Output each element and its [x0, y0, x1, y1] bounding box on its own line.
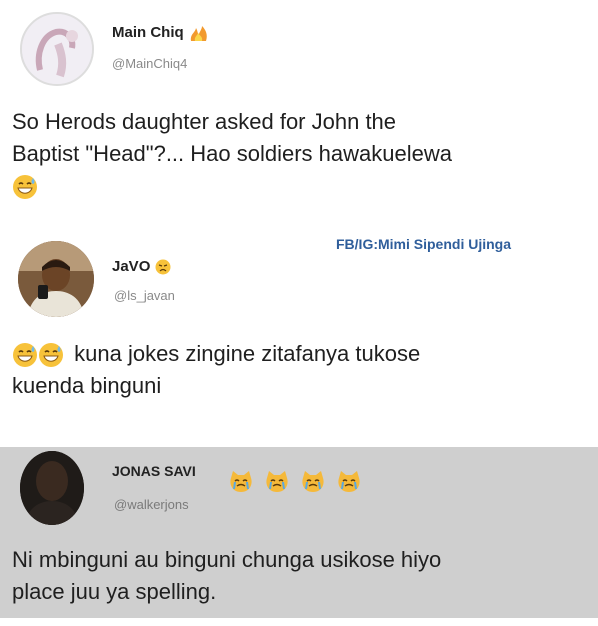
crying-cat-emoji-icon	[338, 471, 360, 492]
screenshot-page: Main Chiq @MainChiq4 So Herods daughter …	[0, 0, 598, 626]
crying-cat-emoji-icon	[302, 471, 324, 492]
crying-cat-emoji-icon	[266, 471, 288, 492]
post3-line1: Ni mbinguni au binguni chunga usikose hi…	[12, 547, 442, 572]
post3-author-name[interactable]: JONAS SAVI	[112, 463, 196, 479]
main-chiq-avatar[interactable]	[20, 12, 94, 86]
post3-handle[interactable]: @walkerjons	[114, 497, 189, 512]
post3-line2: place juu ya spelling.	[12, 579, 217, 604]
disappointed-emoji-icon	[155, 259, 171, 275]
jonas-avatar[interactable]	[20, 451, 84, 525]
bottom-strip	[0, 618, 598, 626]
post3-text: Ni mbinguni au binguni chunga usikose hi…	[12, 544, 592, 608]
sweat-smile-emoji-icon	[39, 343, 63, 368]
post1-emoji-line	[12, 170, 592, 200]
post2-text: kuna jokes zingine zitafanya tukose kuen…	[12, 338, 592, 402]
sweat-smile-emoji-icon	[13, 175, 37, 200]
sweat-smile-emoji-icon	[13, 343, 37, 368]
fire-emoji-icon	[190, 26, 207, 42]
post1-author-name[interactable]: Main Chiq	[112, 24, 209, 42]
watermark-text: FB/IG:Mimi Sipendi Ujinga	[336, 236, 511, 252]
post1-handle[interactable]: @MainChiq4	[112, 56, 187, 71]
post2-handle[interactable]: @ls_javan	[114, 288, 175, 303]
post2-line1: kuna jokes zingine zitafanya tukose	[12, 338, 592, 370]
post2-author-name[interactable]: JaVO	[112, 258, 171, 275]
post1-text: So Herods daughter asked for John the Ba…	[12, 106, 592, 200]
post2-line2: kuenda binguni	[12, 373, 162, 398]
crying-cat-emoji-icon	[230, 471, 252, 492]
post1-line2: Baptist "Head"?... Hao soldiers hawakuel…	[12, 141, 452, 166]
crying-cat-emoji-row	[228, 470, 362, 494]
post1-line1: So Herods daughter asked for John the	[12, 109, 397, 134]
javo-avatar[interactable]	[18, 241, 94, 317]
